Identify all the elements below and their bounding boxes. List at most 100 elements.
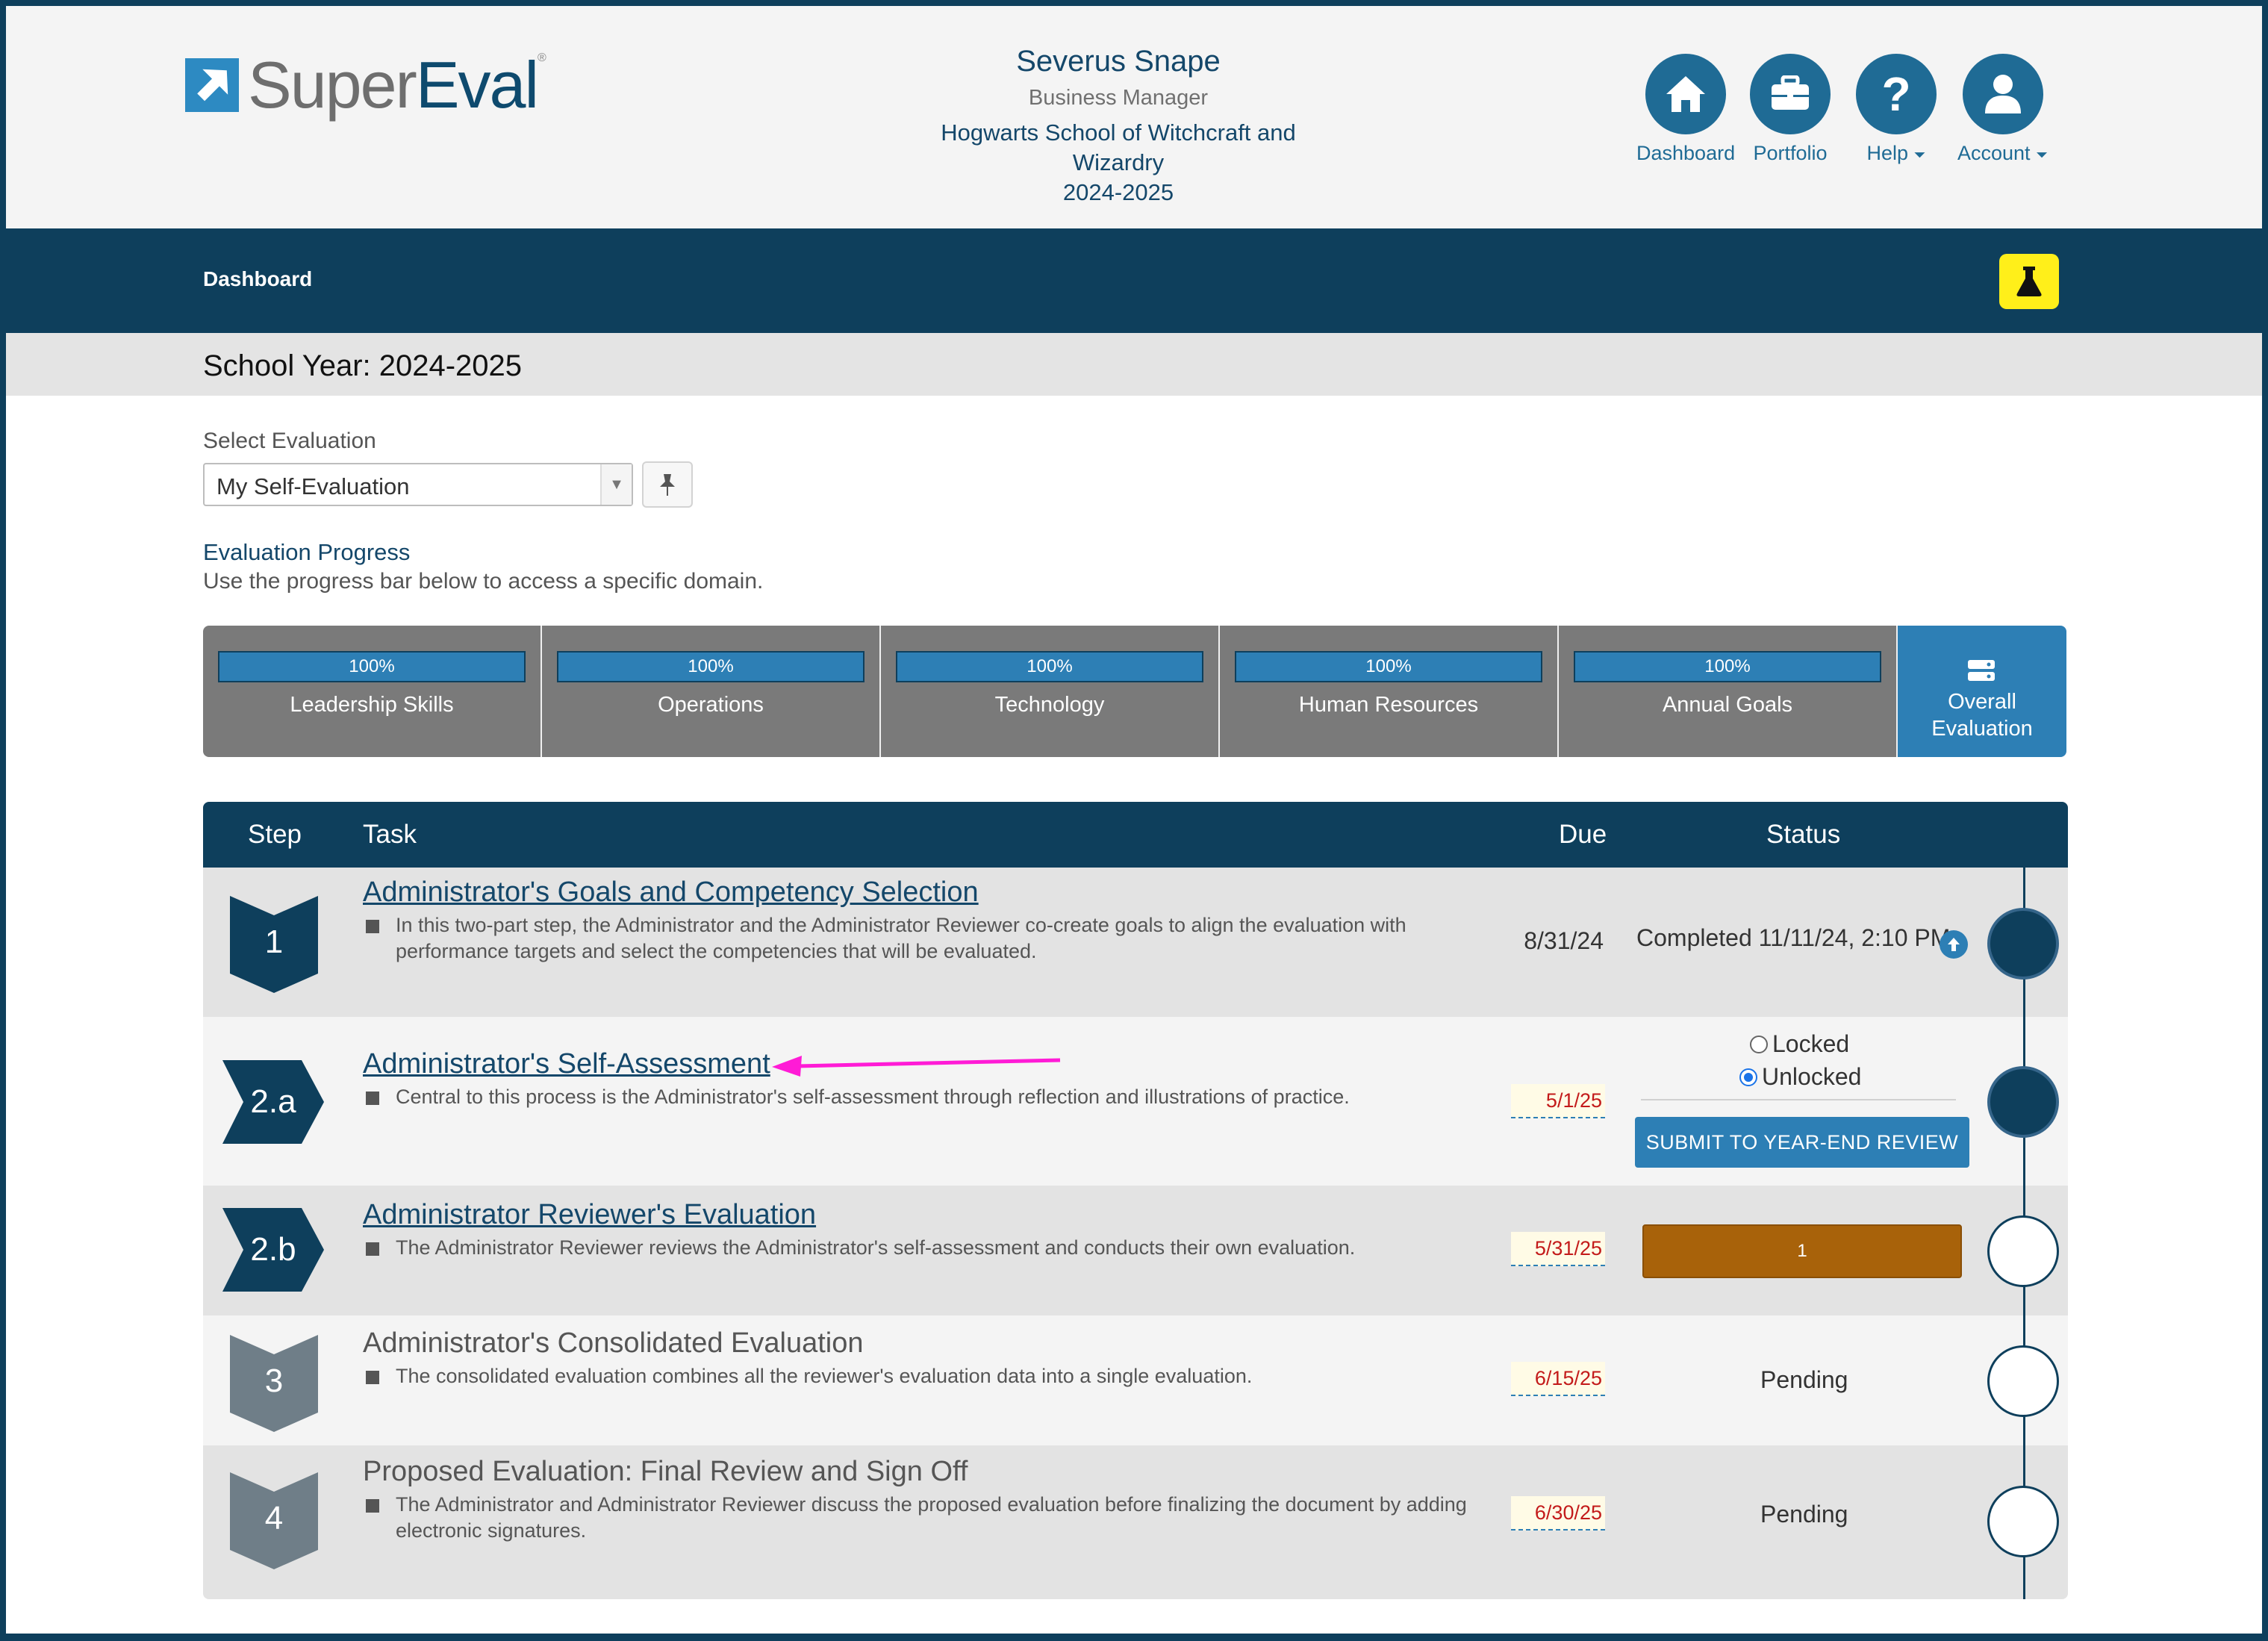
task-description-text: The Administrator and Administrator Revi… (396, 1493, 1467, 1542)
user-year: 2024-2025 (1062, 179, 1174, 205)
caret-down-icon: ⏷ (2036, 147, 2049, 164)
reviewer-count-bar[interactable]: 1 (1642, 1224, 1962, 1278)
bullet-square-icon (366, 1092, 379, 1105)
step-badge-4: 4 (228, 1466, 320, 1571)
domain-operations[interactable]: 100% Operations (542, 626, 881, 757)
nav-dashboard[interactable]: Dashboard (1636, 54, 1735, 165)
school-year-text: School Year: 2024-2025 (203, 349, 523, 382)
timeline-node-complete (1987, 908, 2059, 980)
server-icon (1968, 660, 1995, 681)
progress-percent: 100% (688, 656, 734, 676)
task-description: The Administrator Reviewer reviews the A… (366, 1235, 1501, 1261)
timeline-node-open (1987, 1345, 2059, 1417)
timeline-node-open (1987, 1215, 2059, 1287)
home-icon (1645, 54, 1727, 134)
step-badge-2b: 2.b (221, 1206, 325, 1293)
task-title-link[interactable]: Administrator's Self-Assessment (363, 1048, 770, 1080)
header-status: Status (1766, 820, 1841, 849)
domain-human-resources[interactable]: 100% Human Resources (1220, 626, 1559, 757)
progress-meter: 100% (896, 651, 1203, 682)
domain-annual-goals[interactable]: 100% Annual Goals (1559, 626, 1898, 757)
bullet-square-icon (366, 1242, 379, 1256)
task-title: Administrator's Consolidated Evaluation (363, 1327, 864, 1359)
pin-icon (660, 474, 675, 496)
header-due: Due (1559, 820, 1607, 849)
table-row: 2.a Administrator's Self-Assessment Cent… (203, 1017, 2068, 1186)
breadcrumb-dashboard[interactable]: Dashboard (203, 267, 312, 291)
step-number: 3 (264, 1363, 284, 1399)
radio-locked[interactable]: Locked (1750, 1030, 1849, 1058)
logo-eval-text: Eval (415, 48, 539, 122)
arrow-up-circle-icon[interactable] (1940, 930, 1968, 959)
status-pending: Pending (1760, 1501, 1848, 1528)
select-evaluation-dropdown[interactable]: My Self-Evaluation ▼ (203, 463, 633, 506)
nav-account[interactable]: Account ⏷ (1957, 54, 2048, 165)
progress-meter: 100% (557, 651, 864, 682)
supereval-logo[interactable]: SuperEval® (185, 52, 546, 118)
table-header: Step Task Due Status (203, 802, 2068, 868)
step-number: 1 (264, 924, 284, 960)
progress-percent: 100% (1365, 656, 1412, 676)
divider (1641, 1099, 1956, 1100)
domain-leadership-skills[interactable]: 100% Leadership Skills (203, 626, 542, 757)
domain-name: Leadership Skills (290, 693, 454, 717)
bullet-square-icon (366, 1499, 379, 1513)
due-date-field[interactable]: 6/30/25 (1511, 1496, 1605, 1531)
domain-progress-bar: 100% Leadership Skills 100% Operations 1… (203, 626, 2066, 757)
header-task: Task (363, 820, 417, 849)
status-pending: Pending (1760, 1366, 1848, 1393)
table-row: 1 Administrator's Goals and Competency S… (203, 868, 2068, 1017)
evaluation-progress-subtitle: Use the progress bar below to access a s… (203, 569, 764, 594)
task-title-link[interactable]: Administrator Reviewer's Evaluation (363, 1199, 816, 1231)
lab-flask-button[interactable] (1999, 254, 2059, 309)
caret-down-icon: ⏷ (1913, 147, 1926, 164)
annotation-arrow-icon (772, 1056, 1061, 1077)
logo-super-text: Super (248, 48, 417, 122)
step-number: 2.a (250, 1083, 296, 1120)
progress-percent: 100% (1026, 656, 1073, 676)
domain-name: Technology (994, 693, 1105, 717)
task-description-text: The consolidated evaluation combines all… (396, 1365, 1253, 1387)
overall-evaluation-tab[interactable]: Overall Evaluation (1898, 626, 2066, 757)
radio-unlocked[interactable]: Unlocked (1739, 1063, 1861, 1091)
nav-help[interactable]: ? Help ⏷ (1856, 54, 1937, 165)
progress-meter: 100% (1235, 651, 1542, 682)
submit-year-end-review-button[interactable]: SUBMIT TO YEAR-END REVIEW (1635, 1117, 1969, 1168)
evaluation-progress-title: Evaluation Progress (203, 539, 411, 565)
table-row: 4 Proposed Evaluation: Final Review and … (203, 1445, 2068, 1599)
evaluation-steps-table: Step Task Due Status 1 Administrator's G… (203, 802, 2068, 1599)
due-date-field[interactable]: 6/15/25 (1511, 1362, 1605, 1396)
step-badge-3: 3 (228, 1329, 320, 1433)
user-icon (1962, 54, 2043, 134)
dropdown-arrow-icon: ▼ (600, 464, 632, 505)
flask-icon (2016, 267, 2042, 296)
pin-button[interactable] (642, 461, 693, 508)
progress-percent: 100% (1704, 656, 1751, 676)
domain-technology[interactable]: 100% Technology (881, 626, 1220, 757)
select-evaluation-value: My Self-Evaluation (216, 473, 410, 499)
nav-help-label: Help (1866, 142, 1908, 164)
radio-circle (1750, 1035, 1768, 1053)
overall-label-line1: Overall (1948, 690, 2016, 714)
user-info: Severus Snape Business Manager Hogwarts … (894, 45, 1342, 206)
task-title-link[interactable]: Administrator's Goals and Competency Sel… (363, 876, 979, 909)
task-description-text: The Administrator Reviewer reviews the A… (396, 1236, 1356, 1259)
task-description-text: Central to this process is the Administr… (396, 1086, 1350, 1108)
step-number: 4 (264, 1500, 284, 1536)
user-name: Severus Snape (1016, 45, 1221, 78)
due-date-field[interactable]: 5/1/25 (1511, 1084, 1605, 1118)
timeline-node-open (1987, 1486, 2059, 1557)
due-date-field[interactable]: 5/31/25 (1511, 1232, 1605, 1266)
header-step: Step (248, 820, 302, 849)
bullet-square-icon (366, 1371, 379, 1384)
app-window: SuperEval® Severus Snape Business Manage… (6, 6, 2262, 1634)
table-row: 3 Administrator's Consolidated Evaluatio… (203, 1315, 2068, 1445)
progress-meter: 100% (218, 651, 526, 682)
nav-portfolio[interactable]: Portfolio (1750, 54, 1831, 165)
domain-name: Annual Goals (1662, 693, 1793, 717)
task-description: In this two-part step, the Administrator… (366, 912, 1501, 965)
domain-name: Human Resources (1298, 693, 1479, 717)
task-description: Central to this process is the Administr… (366, 1084, 1501, 1110)
nav-portfolio-label: Portfolio (1753, 142, 1828, 164)
nav-dashboard-label: Dashboard (1636, 142, 1736, 164)
